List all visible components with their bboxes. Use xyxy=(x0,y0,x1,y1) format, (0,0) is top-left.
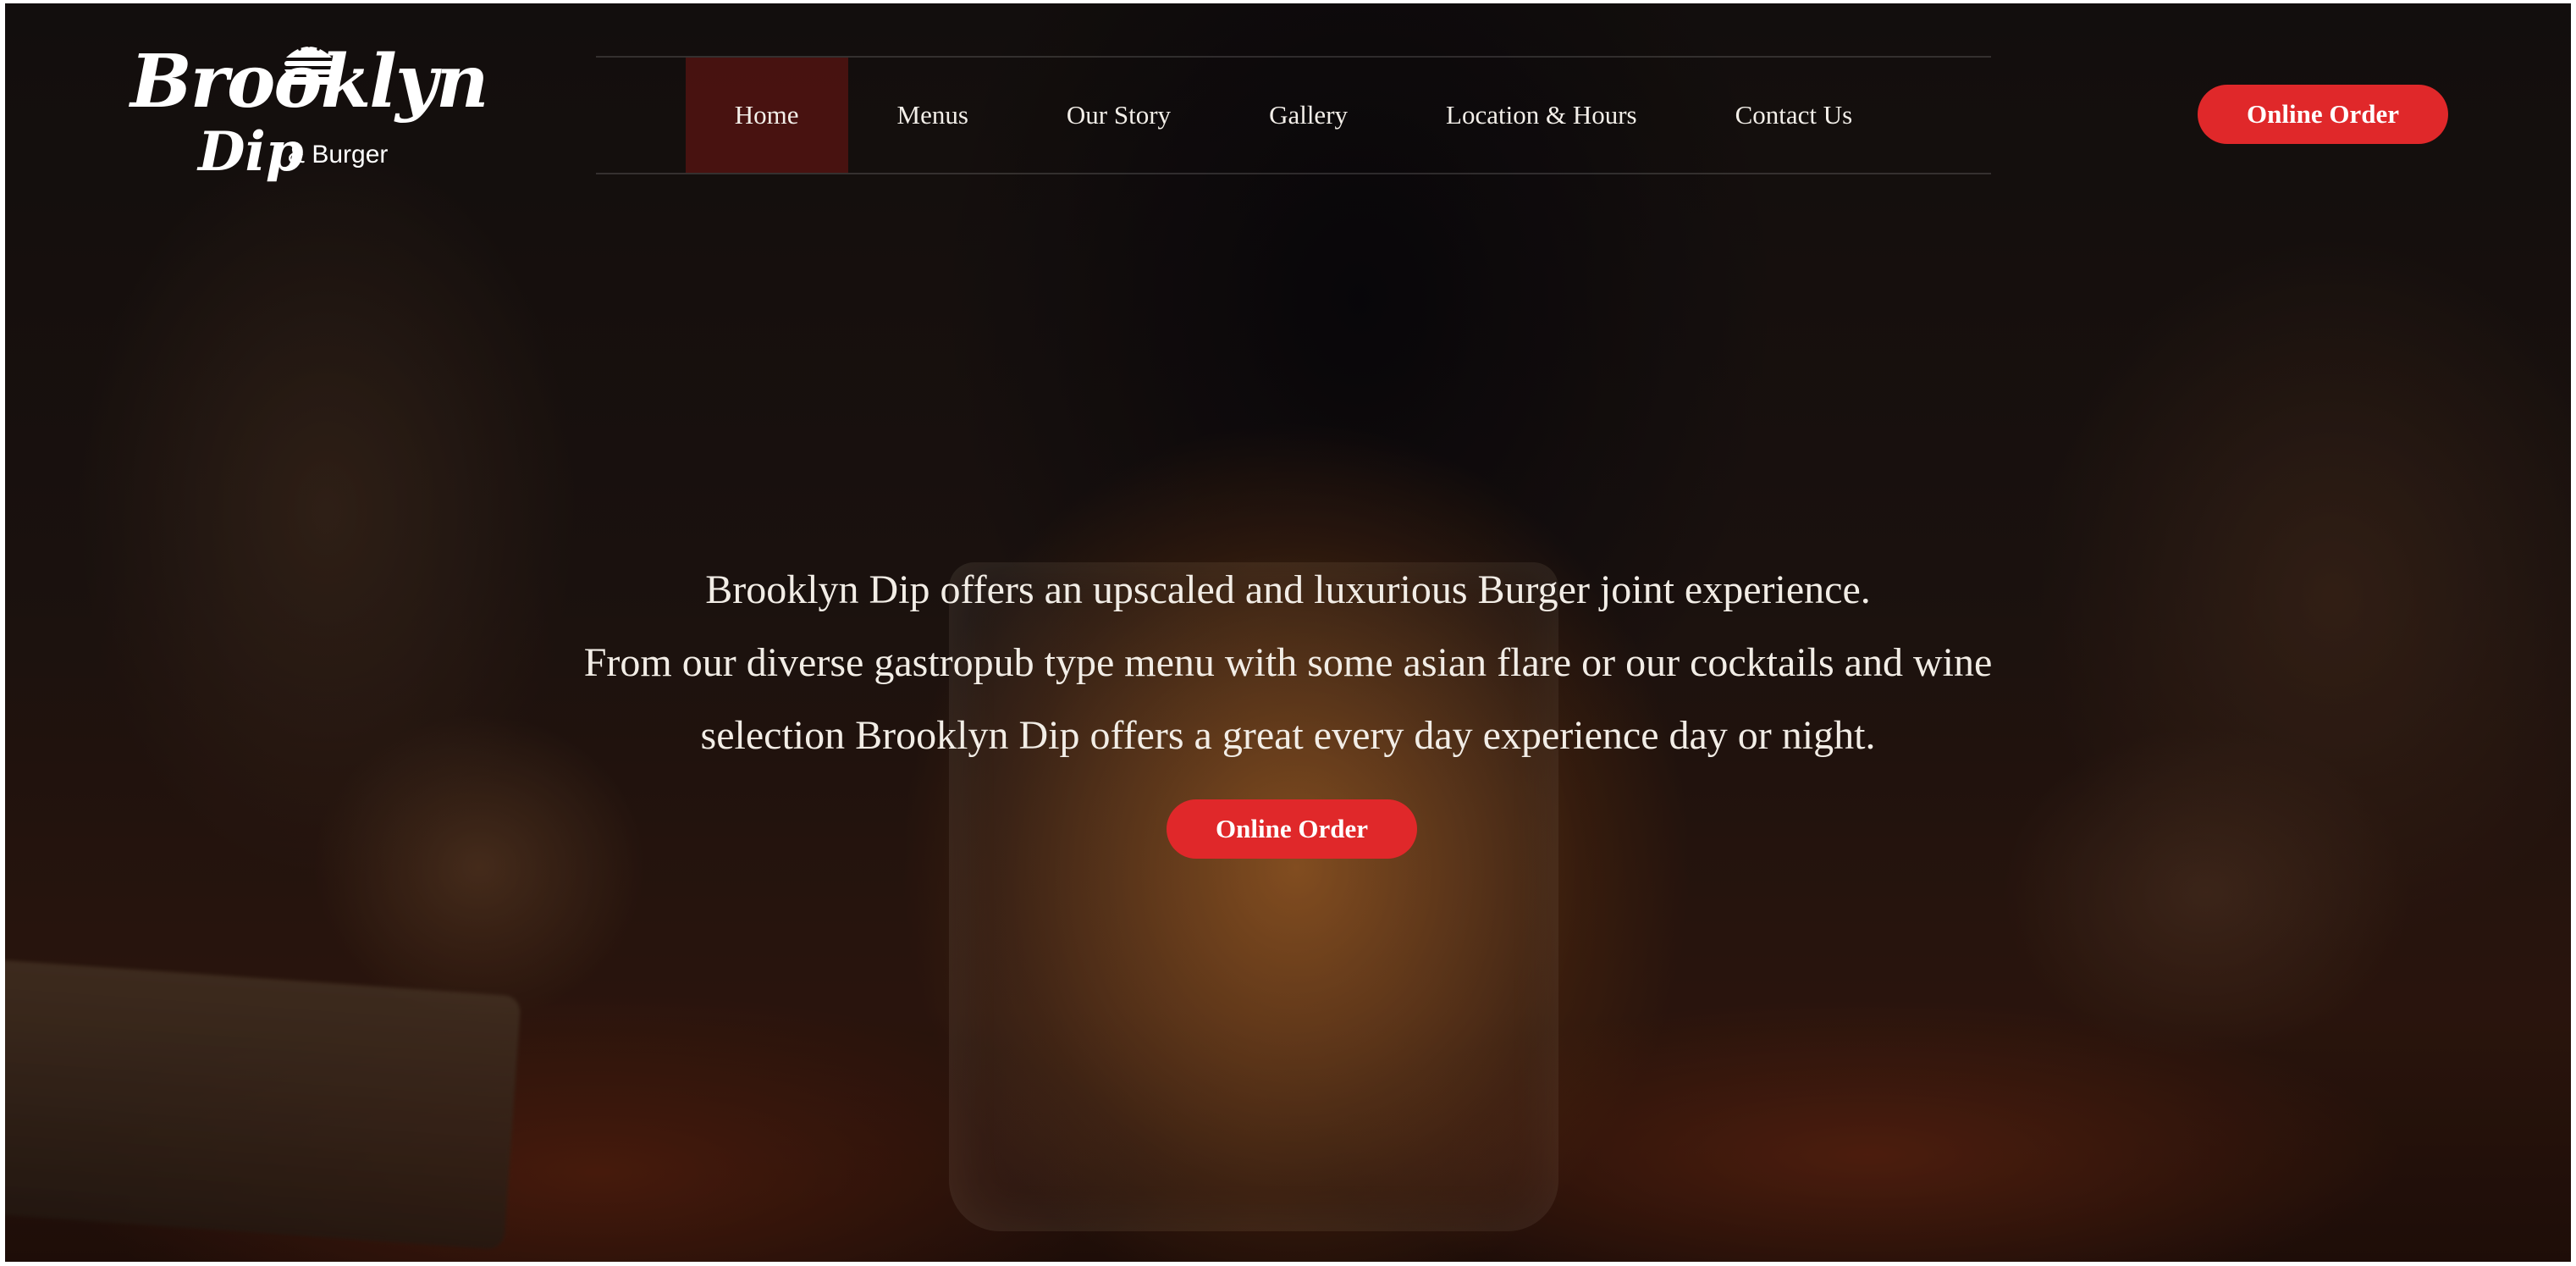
hero-line-2: From our diverse gastropub type menu wit… xyxy=(583,640,1993,685)
page-frame: Brooklyn Dip & Burger Home Menus Our Sto… xyxy=(5,3,2571,1262)
hero-line-1: Brooklyn Dip offers an upscaled and luxu… xyxy=(705,567,1871,612)
nav-item-gallery[interactable]: Gallery xyxy=(1220,58,1397,173)
nav-item-contact-us[interactable]: Contact Us xyxy=(1686,58,1902,173)
hero-online-order-button[interactable]: Online Order xyxy=(1167,799,1417,859)
nav-item-menus[interactable]: Menus xyxy=(848,58,1018,173)
nav-item-location-hours[interactable]: Location & Hours xyxy=(1397,58,1686,173)
header-online-order-button[interactable]: Online Order xyxy=(2198,85,2448,144)
nav-item-home[interactable]: Home xyxy=(685,58,848,173)
burger-icon xyxy=(279,37,339,88)
site-logo[interactable]: Brooklyn Dip & Burger xyxy=(130,37,488,198)
nav-item-our-story[interactable]: Our Story xyxy=(1018,58,1220,173)
logo-text-burger: & Burger xyxy=(288,141,389,169)
main-nav: Home Menus Our Story Gallery Location & … xyxy=(596,56,1991,174)
hero-line-3: selection Brooklyn Dip offers a great ev… xyxy=(700,713,1876,758)
hero-text: Brooklyn Dip offers an upscaled and luxu… xyxy=(428,554,2148,772)
